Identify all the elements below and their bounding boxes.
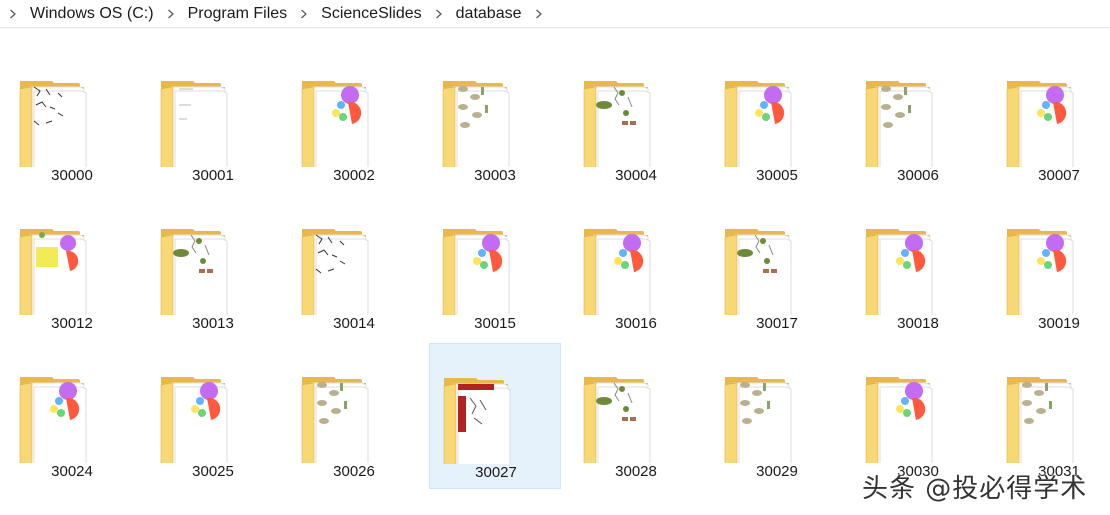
folder-item-30015[interactable]: 30015 <box>429 195 561 341</box>
folder-icon <box>570 195 702 315</box>
folder-item-30000[interactable]: 30000 <box>6 47 138 193</box>
folder-label: 30006 <box>897 167 939 184</box>
folder-label: 30007 <box>1038 167 1080 184</box>
folder-item-30027[interactable]: 30027 <box>429 343 561 489</box>
folder-icon <box>852 343 984 463</box>
folder-icon <box>288 195 420 315</box>
folder-item-30028[interactable]: 30028 <box>570 343 702 489</box>
breadcrumb-label: ScienceSlides <box>321 4 422 22</box>
chevron-right-icon[interactable] <box>6 7 20 21</box>
folder-icon <box>288 343 420 463</box>
folder-icon <box>147 343 279 463</box>
folder-icon <box>711 195 843 315</box>
folder-icon <box>147 195 279 315</box>
folder-icon <box>993 47 1110 167</box>
folder-item-30013[interactable]: 30013 <box>147 195 279 341</box>
folder-item-30029[interactable]: 30029 <box>711 343 843 489</box>
folder-label: 30028 <box>615 463 657 480</box>
folder-icon <box>429 47 561 167</box>
folder-label: 30015 <box>474 315 516 332</box>
folder-label: 30005 <box>756 167 798 184</box>
folder-label: 30027 <box>475 464 517 481</box>
folder-icon <box>430 344 562 464</box>
folder-label: 30013 <box>192 315 234 332</box>
breadcrumb-label: Windows OS (C:) <box>30 4 154 22</box>
breadcrumb-label: Program Files <box>187 4 288 22</box>
folder-item-30014[interactable]: 30014 <box>288 195 420 341</box>
watermark: 头条 @投必得学术 <box>862 474 1088 504</box>
folder-icon <box>429 195 561 315</box>
folder-icon <box>570 47 702 167</box>
folder-label: 30012 <box>51 315 93 332</box>
folder-item-30002[interactable]: 30002 <box>288 47 420 193</box>
folder-icon <box>852 47 984 167</box>
folder-icon <box>6 195 138 315</box>
folder-item-30026[interactable]: 30026 <box>288 343 420 489</box>
folder-icon <box>6 343 138 463</box>
folder-item-30017[interactable]: 30017 <box>711 195 843 341</box>
folder-item-30006[interactable]: 30006 <box>852 47 984 193</box>
folder-label: 30016 <box>615 315 657 332</box>
folder-label: 30026 <box>333 463 375 480</box>
folder-label: 30003 <box>474 167 516 184</box>
folder-label: 30017 <box>756 315 798 332</box>
breadcrumb-item-database[interactable]: database <box>452 0 526 27</box>
breadcrumb: Windows OS (C:) Program Files ScienceSlide… <box>0 0 1110 28</box>
folder-item-30005[interactable]: 30005 <box>711 47 843 193</box>
folder-label: 30004 <box>615 167 657 184</box>
folder-label: 30000 <box>51 167 93 184</box>
chevron-right-icon[interactable] <box>432 7 446 21</box>
folder-item-30024[interactable]: 30024 <box>6 343 138 489</box>
chevron-right-icon[interactable] <box>532 7 546 21</box>
folder-label: 30024 <box>51 463 93 480</box>
folder-label: 30014 <box>333 315 375 332</box>
folder-item-30004[interactable]: 30004 <box>570 47 702 193</box>
folder-label: 30029 <box>756 463 798 480</box>
breadcrumb-label: database <box>455 4 522 22</box>
folder-icon <box>570 343 702 463</box>
folder-item-30012[interactable]: 30012 <box>6 195 138 341</box>
folder-item-30001[interactable]: 30001 <box>147 47 279 193</box>
folder-item-30019[interactable]: 30019 <box>993 195 1110 341</box>
breadcrumb-item-windows-os[interactable]: Windows OS (C:) <box>26 0 158 27</box>
chevron-right-icon[interactable] <box>164 7 178 21</box>
folder-icon <box>852 195 984 315</box>
folder-item-30018[interactable]: 30018 <box>852 195 984 341</box>
breadcrumb-item-scienceslides[interactable]: ScienceSlides <box>317 0 426 27</box>
breadcrumb-item-program-files[interactable]: Program Files <box>184 0 292 27</box>
folder-icon <box>6 47 138 167</box>
folder-label: 30018 <box>897 315 939 332</box>
folder-icon <box>993 343 1110 463</box>
folder-label: 30019 <box>1038 315 1080 332</box>
folder-grid: 30000 30001 30002 30003 30004 30005 30006 30007… <box>0 27 1110 515</box>
folder-label: 30025 <box>192 463 234 480</box>
folder-icon <box>993 195 1110 315</box>
folder-icon <box>288 47 420 167</box>
folder-icon <box>711 47 843 167</box>
folder-item-30016[interactable]: 30016 <box>570 195 702 341</box>
folder-item-30003[interactable]: 30003 <box>429 47 561 193</box>
folder-item-30007[interactable]: 30007 <box>993 47 1110 193</box>
folder-label: 30001 <box>192 167 234 184</box>
folder-icon <box>711 343 843 463</box>
folder-label: 30002 <box>333 167 375 184</box>
folder-item-30025[interactable]: 30025 <box>147 343 279 489</box>
folder-icon <box>147 47 279 167</box>
chevron-right-icon[interactable] <box>297 7 311 21</box>
